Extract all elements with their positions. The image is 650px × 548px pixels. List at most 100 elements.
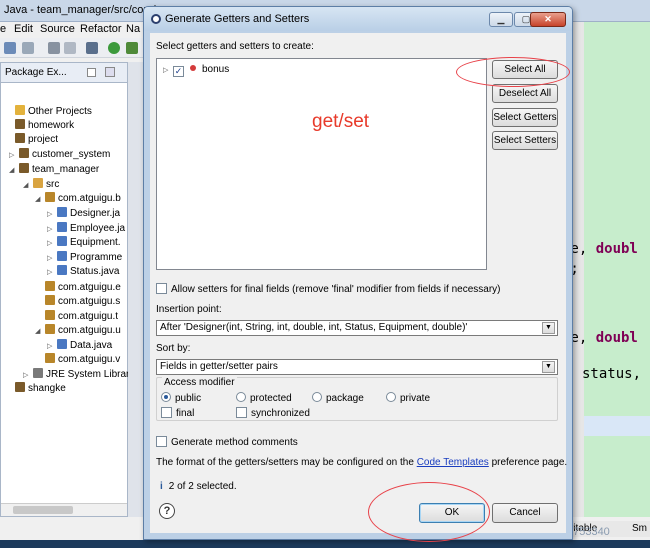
allow-setters-final-checkbox[interactable] — [156, 283, 167, 294]
tree-node-icon — [57, 236, 67, 246]
expanded-arrow-icon[interactable]: ◢ — [23, 179, 31, 193]
protected-radio[interactable] — [236, 392, 246, 402]
tree-item[interactable]: ▷ Equipment. — [47, 236, 121, 250]
tree-item[interactable]: project — [5, 133, 58, 147]
run-menu-icon[interactable] — [126, 42, 138, 54]
menu-source[interactable]: Source — [40, 23, 75, 35]
expanded-arrow-icon[interactable]: ◢ — [35, 193, 43, 207]
collapsed-arrow-icon[interactable]: ▷ — [47, 237, 55, 251]
tree-item[interactable]: ◢ com.atguigu.b — [35, 192, 121, 206]
collapsed-arrow-icon[interactable]: ▷ — [47, 340, 55, 354]
generate-comments-checkbox[interactable] — [156, 436, 167, 447]
tree-item[interactable]: com.atguigu.v — [35, 353, 120, 367]
synchronized-checkbox[interactable] — [236, 407, 247, 418]
select-setters-button[interactable]: Select Setters — [492, 131, 558, 150]
tree-item-label: com.atguigu.e — [58, 282, 121, 293]
private-label: private — [400, 393, 431, 404]
deselect-all-button[interactable]: Deselect All — [492, 84, 558, 103]
code-line-3: ge, doubl — [562, 330, 638, 346]
format-info: The format of the getters/setters may be… — [156, 457, 567, 468]
radio-public[interactable]: public — [161, 392, 201, 406]
expanded-arrow-icon[interactable]: ◢ — [9, 164, 17, 178]
collapsed-arrow-icon[interactable]: ▷ — [47, 223, 55, 237]
radio-private[interactable]: private — [386, 392, 430, 406]
select-getters-button[interactable]: Select Getters — [492, 108, 558, 127]
tree-item[interactable]: ▷ Data.java — [47, 339, 112, 353]
tree-item-label: homework — [28, 120, 75, 131]
tree-item[interactable]: ▷ Status.java — [47, 265, 119, 279]
tree-item[interactable]: homework — [5, 119, 74, 133]
radio-package[interactable]: package — [312, 392, 364, 406]
package-radio[interactable] — [312, 392, 322, 402]
chevron-down-icon[interactable]: ▼ — [542, 361, 555, 373]
save-icon[interactable] — [22, 42, 34, 54]
help-icon[interactable]: ? — [159, 503, 175, 519]
public-radio[interactable] — [161, 392, 171, 402]
tree-item[interactable]: com.atguigu.s — [35, 295, 120, 309]
member-tree[interactable]: ▷ ✓ bonus get/set — [156, 58, 487, 270]
bonus-checkbox[interactable]: ✓ — [173, 66, 184, 77]
collapsed-arrow-icon[interactable]: ▷ — [9, 149, 17, 163]
tree-item[interactable]: ◢ com.atguigu.u — [35, 324, 121, 338]
scrollbar-thumb[interactable] — [13, 506, 73, 514]
expand-icon[interactable]: ▷ — [163, 66, 171, 74]
debug-icon[interactable] — [86, 42, 98, 54]
tree-item[interactable]: ◢ src — [23, 178, 59, 192]
minimize-button[interactable]: ▁ — [489, 12, 513, 27]
menu-file[interactable]: e — [0, 23, 6, 35]
tree-item[interactable]: ◢ team_manager — [9, 163, 99, 177]
tree-item[interactable]: ▷ Employee.ja — [47, 222, 125, 236]
package-explorer-scrollbar[interactable] — [1, 503, 127, 516]
collapsed-arrow-icon[interactable]: ▷ — [47, 208, 55, 222]
tree-node-icon — [45, 295, 55, 305]
code-editor[interactable] — [572, 22, 650, 517]
dialog-title-bar: Generate Getters and Setters ▁ ▢ ✕ — [144, 7, 572, 31]
menu-navigate[interactable]: Na — [126, 23, 140, 35]
final-checkbox[interactable] — [161, 407, 172, 418]
insertion-point-select[interactable]: After 'Designer(int, String, int, double… — [156, 320, 558, 336]
private-radio[interactable] — [386, 392, 396, 402]
run-icon[interactable] — [108, 42, 120, 54]
tree-item[interactable]: ▷ Programme — [47, 251, 122, 265]
tree-item-label: bonus — [202, 64, 230, 75]
maximize-view-icon[interactable] — [105, 67, 115, 77]
final-row[interactable]: final — [161, 407, 194, 421]
tree-item[interactable]: ▷ Designer.ja — [47, 207, 120, 221]
allow-setters-final-row[interactable]: Allow setters for final fields (remove '… — [156, 283, 500, 297]
selection-status: i 2 of 2 selected. — [160, 481, 237, 492]
expanded-arrow-icon[interactable]: ◢ — [35, 325, 43, 339]
tree-node-icon — [57, 251, 67, 261]
tree-node-icon — [45, 310, 55, 320]
code-templates-link[interactable]: Code Templates — [417, 457, 489, 468]
package-explorer-tab[interactable]: Package Ex... — [5, 67, 67, 78]
package-explorer: Package Ex... Other Projects homework proj… — [0, 62, 129, 517]
tree-item[interactable]: ▷ JRE System Librar — [23, 368, 129, 382]
tree-item-label: customer_system — [32, 149, 111, 160]
sort-by-select[interactable]: Fields in getter/setter pairs ▼ — [156, 359, 558, 375]
synchronized-row[interactable]: synchronized — [236, 407, 310, 421]
chevron-down-icon[interactable]: ▼ — [542, 322, 555, 334]
print-icon[interactable] — [48, 42, 60, 54]
tree-item-label: team_manager — [32, 164, 100, 175]
cancel-button[interactable]: Cancel — [492, 503, 558, 523]
tree-item[interactable]: Other Projects — [5, 105, 92, 119]
tree-node-icon — [15, 382, 25, 392]
tree-item[interactable]: com.atguigu.t — [35, 310, 118, 324]
radio-protected[interactable]: protected — [236, 392, 292, 406]
minimize-view-icon[interactable] — [87, 68, 96, 77]
tree-item[interactable]: ▷ customer_system — [9, 148, 110, 162]
open-icon[interactable] — [64, 42, 76, 54]
close-button[interactable]: ✕ — [530, 12, 566, 27]
collapsed-arrow-icon[interactable]: ▷ — [47, 266, 55, 280]
tree-item[interactable]: com.atguigu.e — [35, 281, 121, 295]
menu-refactor[interactable]: Refactor — [80, 23, 122, 35]
tree-item-label: Employee.ja — [70, 223, 126, 234]
tree-item-bonus[interactable]: ▷ ✓ bonus — [163, 64, 229, 78]
generate-comments-row[interactable]: Generate method comments — [156, 436, 298, 450]
menu-edit[interactable]: Edit — [14, 23, 33, 35]
collapsed-arrow-icon[interactable]: ▷ — [23, 369, 31, 383]
annotation-circle-select-all — [456, 57, 570, 87]
collapsed-arrow-icon[interactable]: ▷ — [47, 252, 55, 266]
new-icon[interactable] — [4, 42, 16, 54]
tree-item[interactable]: shangke — [5, 382, 66, 396]
